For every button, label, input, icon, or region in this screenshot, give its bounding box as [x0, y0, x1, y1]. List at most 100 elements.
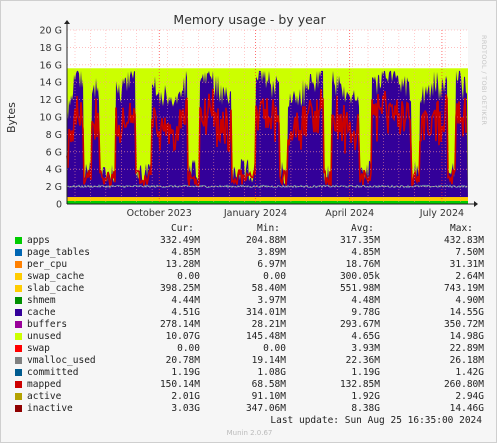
legend-cur-value: 332.49M [159, 235, 200, 246]
legend-row-inactive: inactive 3.03G 347.06M 8.38G 14.46G [1, 403, 496, 415]
legend-min-value: 204.88M [245, 235, 286, 246]
legend-cur-value: 4.51G [171, 307, 200, 318]
legend-max-value: 743.19M [443, 283, 484, 294]
legend-avg-value: 551.98M [339, 283, 380, 294]
legend-row-swap: swap 0.00 0.00 3.93M 22.89M [1, 343, 496, 355]
y-tick-label: 16 G [40, 60, 62, 71]
legend-row-cache: cache 4.51G 314.01M 9.78G 14.55G [1, 307, 496, 319]
legend-cur-value: 1.19G [171, 367, 200, 378]
x-tick-label: October 2023 [127, 208, 192, 219]
generator-credit: Munin 2.0.67 [226, 429, 273, 437]
legend-header-avg: Avg: [351, 223, 374, 234]
legend-label: apps [27, 235, 50, 246]
legend-avg-value: 8.38G [351, 403, 380, 414]
legend-swatch [15, 333, 22, 340]
legend-min-value: 0.00 [263, 271, 286, 282]
legend-label: committed [27, 367, 79, 378]
legend-swatch [15, 249, 22, 256]
legend-min-value: 314.01M [245, 307, 286, 318]
legend-row-vmalloc_used: vmalloc_used 20.78M 19.14M 22.36M 26.18M [1, 355, 496, 367]
legend-label: mapped [27, 379, 62, 390]
x-tick-label: April 2024 [325, 208, 374, 219]
legend-max-value: 260.80M [443, 379, 484, 390]
legend-cur-value: 0.00 [177, 271, 200, 282]
legend-row-per_cpu: per_cpu 13.28M 6.97M 18.76M 31.31M [1, 259, 496, 271]
legend-label: shmem [27, 295, 56, 306]
legend-cur-value: 10.07G [165, 331, 200, 342]
legend-swatch [15, 369, 22, 376]
legend-avg-value: 300.05k [339, 271, 380, 282]
legend-avg-value: 4.85M [351, 247, 380, 258]
legend-cur-value: 20.78M [165, 355, 200, 366]
legend-header-min: Min: [257, 223, 280, 234]
legend-label: active [27, 391, 62, 402]
legend-max-value: 1.42G [455, 367, 484, 378]
legend-min-value: 19.14M [251, 355, 286, 366]
legend-avg-value: 1.92G [351, 391, 380, 402]
legend-row-buffers: buffers 278.14M 28.21M 293.67M 350.72M [1, 319, 496, 331]
legend-avg-value: 1.19G [351, 367, 380, 378]
legend-swatch [15, 297, 22, 304]
legend-min-value: 68.58M [251, 379, 286, 390]
y-tick-label: 20 G [40, 26, 62, 37]
legend-swatch [15, 321, 22, 328]
legend-swatch [15, 393, 22, 400]
legend-cur-value: 0.00 [177, 343, 200, 354]
legend-avg-value: 317.35M [339, 235, 380, 246]
legend-cur-value: 13.28M [165, 259, 200, 270]
legend-avg-value: 132.85M [339, 379, 380, 390]
legend-avg-value: 22.36M [345, 355, 380, 366]
legend-label: swap [27, 343, 50, 354]
legend-row-page_tables: page_tables 4.85M 3.89M 4.85M 7.50M [1, 247, 496, 259]
chart-plot: 0 2 G 4 G 6 G 8 G 10 G 12 G 14 G 16 G 18 G 20 G Oct… [40, 20, 478, 219]
graph-frame: Memory usage - by year Bytes RRDTOOL / T… [0, 0, 497, 443]
legend-swatch [15, 309, 22, 316]
legend-row-active: active 2.01G 91.10M 1.92G 2.94G [1, 391, 496, 403]
legend-max-value: 26.18M [449, 355, 484, 366]
legend-max-value: 350.72M [443, 319, 484, 330]
legend-cur-value: 150.14M [159, 379, 200, 390]
legend-avg-value: 18.76M [345, 259, 380, 270]
legend-swatch [15, 345, 22, 352]
legend-header-cur: Cur: [171, 223, 194, 234]
legend-min-value: 347.06M [245, 403, 286, 414]
legend-min-value: 0.00 [263, 343, 286, 354]
y-tick-label: 18 G [40, 43, 62, 54]
legend-swatch [15, 357, 22, 364]
legend-avg-value: 9.78G [351, 307, 380, 318]
legend-min-value: 3.97M [257, 295, 286, 306]
legend-row-apps: apps 332.49M 204.88M 317.35M 432.83M [1, 235, 496, 247]
y-tick-label: 4 G [46, 165, 62, 176]
legend-row-mapped: mapped 150.14M 68.58M 132.85M 260.80M [1, 379, 496, 391]
legend-max-value: 4.90M [455, 295, 484, 306]
legend-label: unused [27, 331, 62, 342]
legend-min-value: 91.10M [251, 391, 286, 402]
legend-avg-value: 293.67M [339, 319, 380, 330]
legend-min-value: 28.21M [251, 319, 286, 330]
legend-swatch [15, 273, 22, 280]
legend-min-value: 58.40M [251, 283, 286, 294]
legend-min-value: 3.89M [257, 247, 286, 258]
legend-cur-value: 2.01G [171, 391, 200, 402]
legend-row-committed: committed 1.19G 1.08G 1.19G 1.42G [1, 367, 496, 379]
x-tick-label: July 2024 [419, 208, 464, 219]
y-axis-arrow [64, 20, 70, 24]
legend-avg-value: 4.65G [351, 331, 380, 342]
legend-max-value: 432.83M [443, 235, 484, 246]
y-tick-label: 8 G [46, 130, 62, 141]
legend-swatch [15, 261, 22, 268]
legend-cur-value: 398.25M [159, 283, 200, 294]
legend-label: slab_cache [27, 283, 85, 294]
legend-header-max: Max: [450, 223, 473, 234]
last-update: Last update: Sun Aug 25 16:35:00 2024 [270, 415, 482, 426]
x-tick-label: January 2024 [223, 208, 287, 219]
legend-cur-value: 3.03G [171, 403, 200, 414]
legend-row-unused: unused 10.07G 145.48M 4.65G 14.98G [1, 331, 496, 343]
legend-label: per_cpu [27, 259, 68, 270]
x-axis-arrow [474, 201, 478, 207]
legend-cur-value: 4.44M [171, 295, 200, 306]
y-tick-label: 10 G [40, 113, 62, 124]
legend-max-value: 14.46G [449, 403, 484, 414]
legend-label: page_tables [27, 247, 90, 258]
y-tick-label: 2 G [46, 182, 62, 193]
